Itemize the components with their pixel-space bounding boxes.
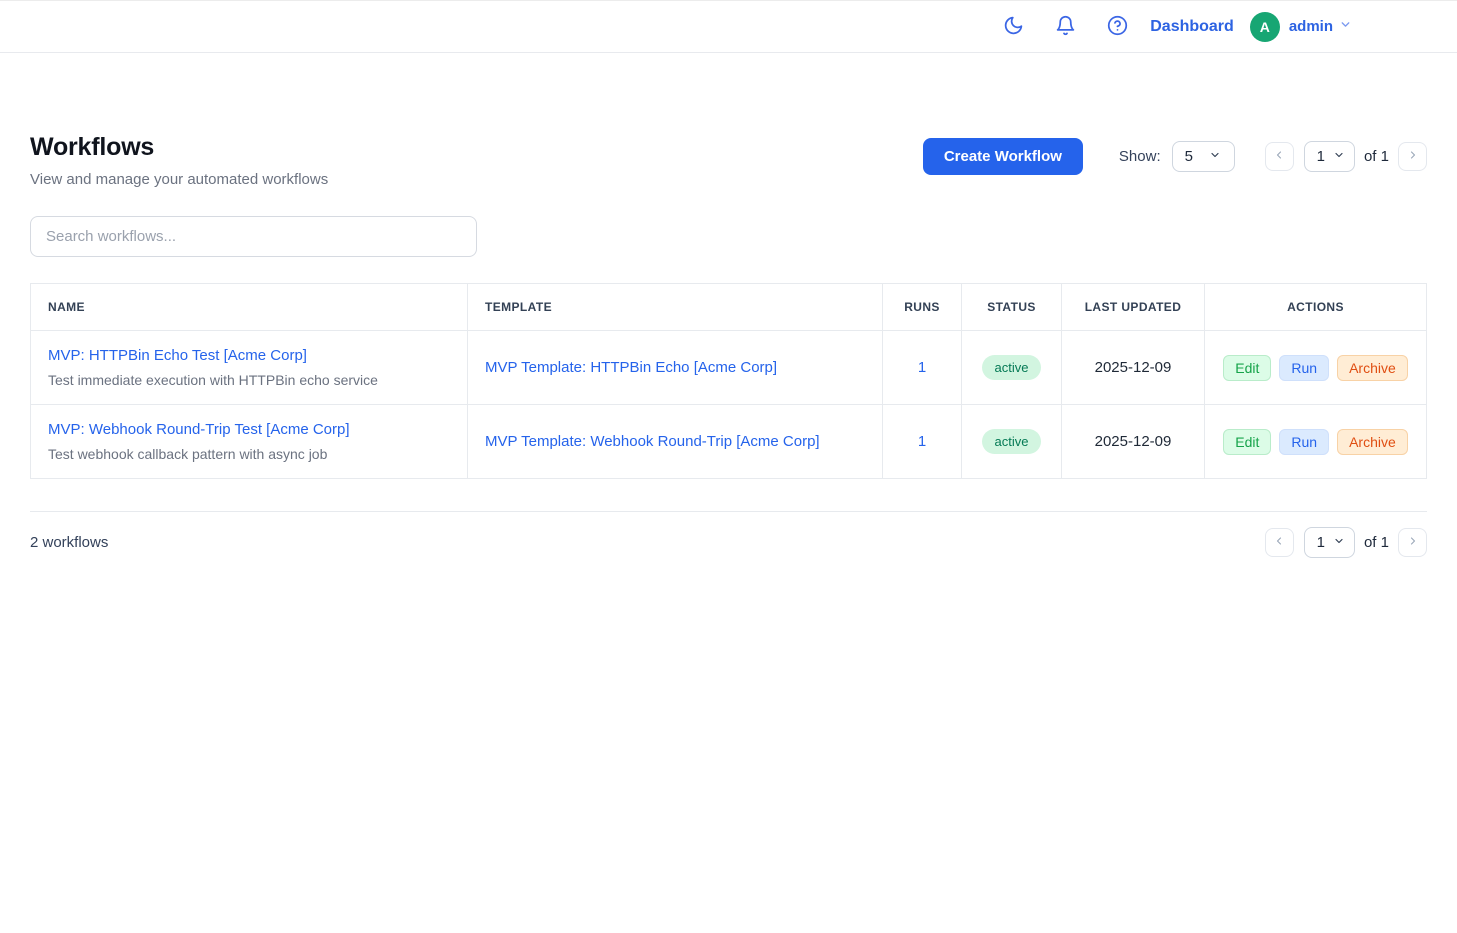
header-controls: Create Workflow Show: 5 1: [923, 138, 1427, 175]
workflows-table: NAMETEMPLATERUNSSTATUSLAST UPDATEDACTION…: [30, 283, 1427, 479]
page-number-select[interactable]: 1: [1304, 527, 1355, 558]
next-page-button[interactable]: [1398, 142, 1427, 171]
workflow-template-link[interactable]: MVP Template: HTTPBin Echo [Acme Corp]: [485, 359, 777, 376]
workflow-runs-link[interactable]: 1: [918, 359, 926, 376]
bell-icon: [1055, 15, 1076, 39]
user-menu[interactable]: A admin: [1250, 12, 1352, 42]
create-workflow-button[interactable]: Create Workflow: [923, 138, 1083, 175]
chevron-down-icon: [1339, 18, 1352, 36]
last-updated-date: 2025-12-09: [1095, 359, 1172, 376]
pagination-top: 1 of 1: [1265, 141, 1427, 172]
edit-button[interactable]: Edit: [1223, 355, 1271, 381]
workflow-runs-link[interactable]: 1: [918, 433, 926, 450]
chevron-right-icon: [1407, 535, 1419, 550]
chevron-down-icon: [1333, 534, 1345, 551]
page-number-value: 1: [1317, 534, 1325, 551]
workflow-description: Test immediate execution with HTTPBin ec…: [48, 372, 450, 388]
status-badge: active: [982, 429, 1042, 454]
prev-page-button[interactable]: [1265, 528, 1294, 557]
column-header-template: TEMPLATE: [468, 284, 883, 331]
top-navbar: Dashboard A admin: [0, 0, 1457, 53]
chevron-down-icon: [1209, 148, 1221, 165]
column-header-status: STATUS: [962, 284, 1062, 331]
archive-button[interactable]: Archive: [1337, 355, 1408, 381]
column-header-runs: RUNS: [883, 284, 962, 331]
actions-cell: Edit Run Archive: [1205, 331, 1427, 405]
prev-page-button[interactable]: [1265, 142, 1294, 171]
column-header-last-updated: LAST UPDATED: [1062, 284, 1205, 331]
pagination-bottom: 1 of 1: [1265, 527, 1427, 558]
run-button[interactable]: Run: [1279, 429, 1329, 455]
next-page-button[interactable]: [1398, 528, 1427, 557]
moon-icon: [1003, 15, 1024, 39]
page-title: Workflows: [30, 133, 328, 162]
run-button[interactable]: Run: [1279, 355, 1329, 381]
page-subtitle: View and manage your automated workflows: [30, 171, 328, 188]
last-updated-date: 2025-12-09: [1095, 433, 1172, 450]
dashboard-link[interactable]: Dashboard: [1150, 18, 1234, 36]
workflow-description: Test webhook callback pattern with async…: [48, 446, 450, 462]
chevron-left-icon: [1273, 535, 1285, 550]
status-badge: active: [982, 355, 1042, 380]
table-header-row: NAMETEMPLATERUNSSTATUSLAST UPDATEDACTION…: [31, 284, 1427, 331]
chevron-down-icon: [1333, 148, 1345, 165]
page-size-value: 5: [1185, 148, 1193, 165]
notifications-button[interactable]: [1054, 16, 1076, 38]
page-of-label: of 1: [1364, 148, 1389, 165]
workflow-count: 2 workflows: [30, 534, 108, 551]
page-of-label: of 1: [1364, 534, 1389, 551]
dark-mode-toggle[interactable]: [1002, 16, 1024, 38]
page-size-select[interactable]: 5: [1172, 141, 1235, 172]
page-title-block: Workflows View and manage your automated…: [30, 133, 328, 188]
page-number-value: 1: [1317, 148, 1325, 165]
chevron-right-icon: [1407, 149, 1419, 164]
help-circle-icon: [1107, 15, 1128, 39]
workflow-name-link[interactable]: MVP: HTTPBin Echo Test [Acme Corp]: [48, 347, 307, 364]
column-header-name: NAME: [31, 284, 468, 331]
main-content: Workflows View and manage your automated…: [0, 133, 1457, 558]
edit-button[interactable]: Edit: [1223, 429, 1271, 455]
workflow-name-link[interactable]: MVP: Webhook Round-Trip Test [Acme Corp]: [48, 421, 350, 438]
avatar: A: [1250, 12, 1280, 42]
show-label: Show:: [1119, 148, 1161, 165]
archive-button[interactable]: Archive: [1337, 429, 1408, 455]
page-header: Workflows View and manage your automated…: [30, 133, 1427, 188]
table-row: MVP: Webhook Round-Trip Test [Acme Corp]…: [31, 405, 1427, 479]
user-name: admin: [1289, 18, 1333, 35]
footer-divider: [30, 511, 1427, 512]
table-row: MVP: HTTPBin Echo Test [Acme Corp] Test …: [31, 331, 1427, 405]
page-number-select[interactable]: 1: [1304, 141, 1355, 172]
workflow-template-link[interactable]: MVP Template: Webhook Round-Trip [Acme C…: [485, 433, 820, 450]
help-button[interactable]: [1106, 16, 1128, 38]
table-footer: 2 workflows 1 of 1: [30, 527, 1427, 558]
page-size-group: Show: 5: [1119, 141, 1235, 172]
column-header-actions: ACTIONS: [1205, 284, 1427, 331]
search-input[interactable]: [30, 216, 477, 257]
chevron-left-icon: [1273, 149, 1285, 164]
actions-cell: Edit Run Archive: [1205, 405, 1427, 479]
